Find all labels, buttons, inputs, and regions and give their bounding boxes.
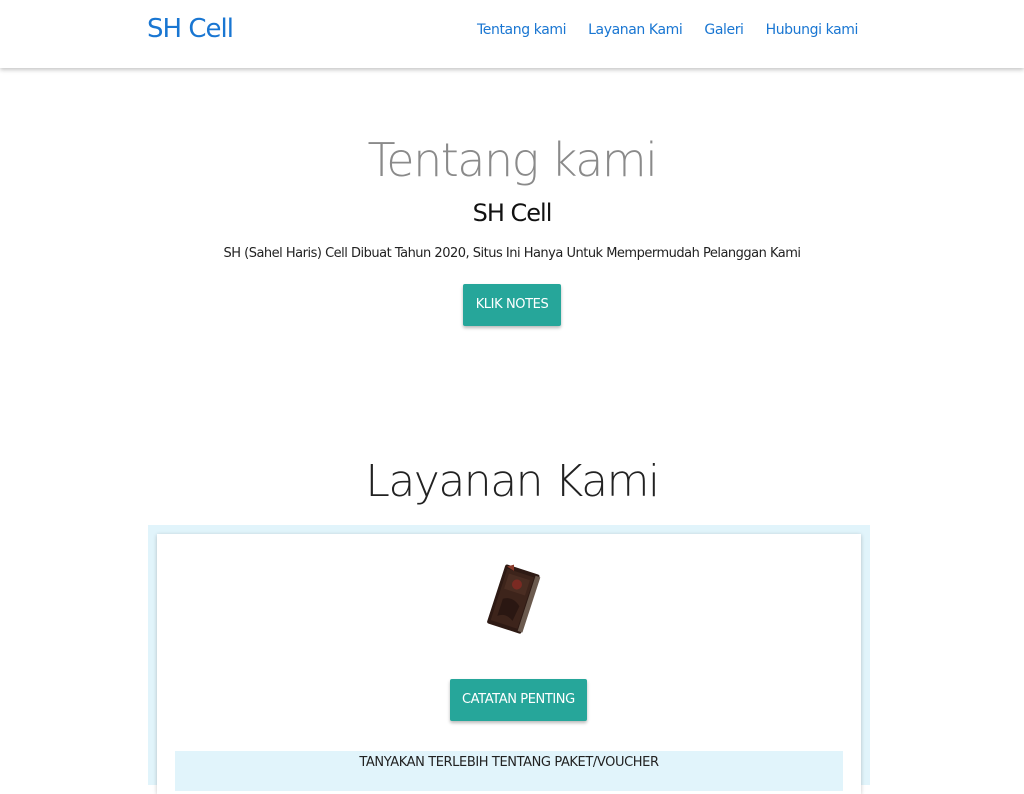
catatan-penting-button[interactable]: CATATAN PENTING [450,679,587,721]
service-card: CATATAN PENTING TANYAKAN TERLEBIH TENTAN… [157,534,861,794]
klik-notes-button[interactable]: KLIK NOTES [462,284,562,326]
services-panel: CATATAN PENTING TANYAKAN TERLEBIH TENTAN… [148,525,870,794]
about-section: Tentang kami SH Cell SH (Sahel Haris) Ce… [0,130,1024,326]
book-icon [483,562,543,638]
about-description: SH (Sahel Haris) Cell Dibuat Tahun 2020,… [223,246,801,261]
services-title: Layanan Kami [365,456,660,507]
nav-link-tentang-kami[interactable]: Tentang kami [477,22,567,38]
nav-link-layanan-kami[interactable]: Layanan Kami [588,22,683,38]
brand-logo-link[interactable]: SH Cell [147,14,234,44]
navbar: SH Cell Tentang kami Layanan Kami Galeri… [0,0,1024,68]
nav-links: Tentang kami Layanan Kami Galeri Hubungi… [477,22,858,38]
about-subtitle: SH Cell [472,199,553,227]
nav-link-galeri[interactable]: Galeri [704,22,744,38]
about-title: Tentang kami [367,133,658,187]
nav-link-hubungi-kami[interactable]: Hubungi kami [766,22,859,38]
info-strip: TANYAKAN TERLEBIH TENTANG PAKET/VOUCHER [175,751,843,791]
